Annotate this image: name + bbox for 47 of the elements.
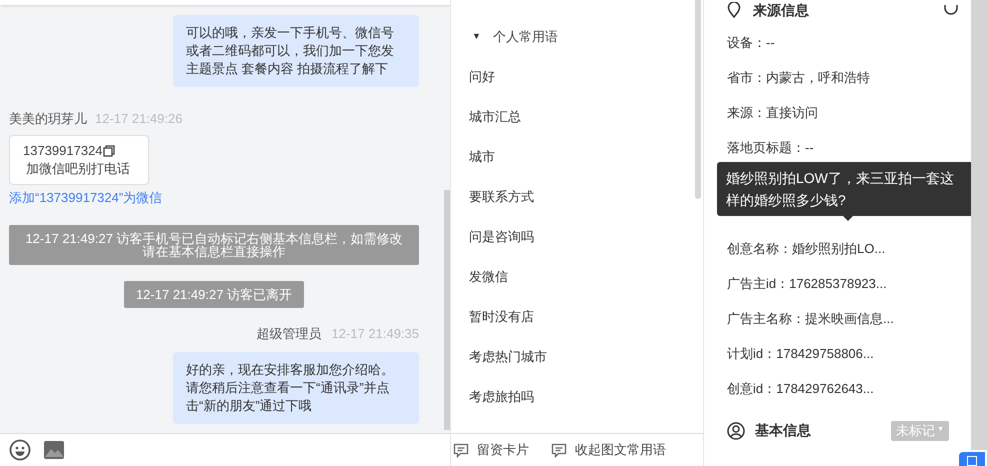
group-label: 个人常用语 bbox=[492, 28, 558, 46]
phrase-item[interactable]: 问是咨询吗 bbox=[469, 226, 534, 248]
sender-name: 美美的玥芽儿 bbox=[9, 110, 87, 128]
phrase-item[interactable]: 发微信 bbox=[469, 266, 508, 288]
section-title: 来源信息 bbox=[753, 0, 809, 20]
scrollbar[interactable] bbox=[971, 0, 987, 450]
message-bubble: 好的亲，现在安排客服加您介绍哈。请您稍后注意查看一下“通讯录”并点击“新的朋友”通过下哦 bbox=[173, 352, 419, 424]
location-pin-icon bbox=[727, 2, 741, 18]
footer-button[interactable]: 留资卡片 bbox=[453, 440, 529, 460]
card-note: 加微信吧别打电话 bbox=[25, 160, 131, 178]
info-field: 来源：直接访问 bbox=[727, 103, 818, 123]
phrase-item[interactable]: 考虑热门城市 bbox=[469, 346, 547, 368]
scrollbar[interactable] bbox=[695, 0, 701, 199]
info-field: 计划id：178429758806... bbox=[727, 344, 874, 364]
info-field: 广告主id：176285378923... bbox=[727, 274, 887, 294]
info-field: 创意id：178429762643... bbox=[727, 379, 874, 399]
message-bubble: 可以的哦，亲发一下手机号、微信号或者二维码都可以，我们加一下您发主题景点 套餐内容 拍摄流程了解下 bbox=[173, 15, 419, 87]
info-field: 设备：-- bbox=[727, 33, 775, 53]
info-field: 落地页标题：-- bbox=[727, 138, 814, 158]
info-field: 广告主名称：提米映画信息... bbox=[727, 309, 894, 329]
comment-icon bbox=[453, 442, 469, 458]
message-time: 12-17 21:49:35 bbox=[332, 325, 419, 343]
info-field: 省市：内蒙古，呼和浩特 bbox=[727, 68, 870, 88]
footer-button[interactable]: 收起图文常用语 bbox=[551, 440, 666, 460]
user-circle-icon bbox=[727, 422, 745, 440]
sender-name: 超级管理员 bbox=[256, 325, 322, 343]
image-icon[interactable] bbox=[43, 440, 65, 460]
section-title: 基本信息 bbox=[755, 421, 811, 440]
caret-down-icon[interactable]: ▼ bbox=[472, 30, 481, 44]
comment-icon bbox=[551, 442, 567, 458]
phrase-item[interactable]: 问好 bbox=[469, 66, 495, 88]
tooltip-pointer bbox=[843, 216, 853, 221]
phrase-item[interactable]: 暂时没有店 bbox=[469, 306, 534, 328]
info-field: 创意名称：婚纱照别拍LO... bbox=[727, 239, 886, 259]
phrase-group-header[interactable]: ▼ 个人常用语 bbox=[469, 26, 703, 48]
emoji-icon[interactable] bbox=[9, 439, 31, 461]
system-notice: 12-17 21:49:27 访客已离开 bbox=[124, 281, 304, 308]
phrase-item[interactable]: 城市 bbox=[469, 146, 495, 168]
phrase-item[interactable]: 城市汇总 bbox=[469, 106, 521, 128]
phone-number: 13739917324 bbox=[23, 142, 103, 160]
message-time: 12-17 21:49:26 bbox=[95, 110, 182, 128]
chat-window-button[interactable] bbox=[959, 452, 985, 466]
phrase-item[interactable]: 要联系方式 bbox=[469, 186, 534, 208]
phrase-item[interactable]: 考虑旅拍吗 bbox=[469, 386, 534, 408]
system-notice: 12-17 21:49:27 访客手机号已自动标记右侧基本信息栏，如需修改请在基本信息栏直接操作 bbox=[9, 225, 419, 265]
scrollbar[interactable] bbox=[444, 190, 450, 430]
copy-icon[interactable] bbox=[102, 144, 115, 156]
